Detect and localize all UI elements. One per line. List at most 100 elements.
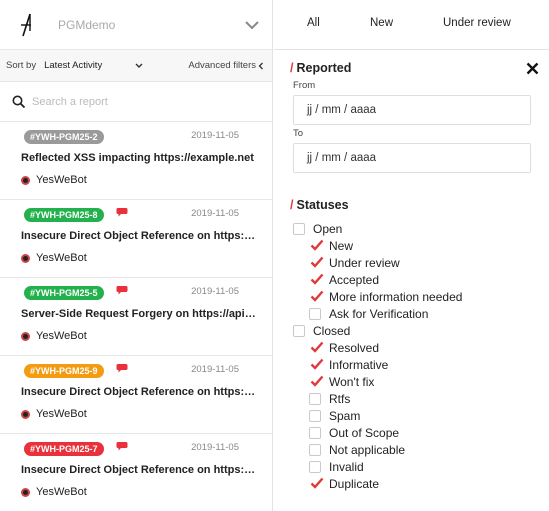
status-checkbox-row[interactable]: Not applicable	[309, 441, 405, 458]
status-checkbox-row[interactable]: Duplicate	[309, 475, 379, 492]
report-id-badge: #YWH-PGM25-5	[24, 286, 104, 300]
status-checkbox-row[interactable]: Rtfs	[309, 390, 350, 407]
chevron-down-icon[interactable]	[133, 60, 145, 72]
checkbox[interactable]	[309, 341, 324, 354]
checkbox[interactable]	[309, 239, 324, 252]
reporter-name: YesWeBot	[36, 486, 87, 498]
checkbox[interactable]	[309, 426, 321, 439]
status-checkbox-row[interactable]: Ask for Verification	[309, 305, 428, 322]
report-list-item[interactable]: #YWH-PGM25-5 2019-11-05 Server-Side Reques…	[0, 278, 272, 356]
report-title[interactable]: Insecure Direct Object Reference on http…	[21, 230, 256, 242]
sort-bar: Sort by Latest Activity Advanced filters	[0, 50, 272, 82]
report-date: 2019-11-05	[191, 442, 239, 453]
status-label: Out of Scope	[329, 425, 400, 440]
status-checkbox-row[interactable]: More information needed	[309, 288, 462, 305]
to-label: To	[293, 128, 304, 139]
statuses-title: Statuses	[296, 198, 349, 212]
checkbox[interactable]	[309, 256, 324, 269]
tab-under-review[interactable]: Under review	[443, 17, 511, 29]
status-label: Under review	[329, 255, 400, 270]
status-checkbox-row[interactable]: Under review	[309, 254, 400, 271]
status-label: Closed	[313, 323, 351, 338]
program-name: PGMdemo	[58, 17, 116, 32]
checkbox[interactable]	[309, 273, 324, 286]
report-title[interactable]: Insecure Direct Object Reference on http…	[21, 464, 256, 476]
checkbox[interactable]	[309, 443, 321, 456]
status-label: Informative	[329, 357, 389, 372]
checkbox[interactable]	[309, 477, 324, 490]
advanced-filters-toggle[interactable]: Advanced filters	[188, 60, 256, 71]
checkbox[interactable]	[309, 290, 324, 303]
checkbox[interactable]	[309, 307, 321, 320]
section-slash: /	[290, 198, 294, 212]
report-date: 2019-11-05	[191, 208, 239, 219]
status-checkbox-row[interactable]: Open	[293, 220, 342, 237]
report-list-item[interactable]: #YWH-PGM25-8 2019-11-05 Insecure Direct Ob…	[0, 200, 272, 278]
report-date: 2019-11-05	[191, 364, 239, 375]
checkbox[interactable]	[309, 392, 321, 405]
checkbox[interactable]	[309, 375, 324, 388]
status-label: Not applicable	[329, 442, 406, 457]
tab-all[interactable]: All	[307, 17, 320, 29]
comment-icon	[116, 360, 128, 373]
search-input[interactable]	[32, 95, 252, 108]
report-list-pane: PGMdemo Sort by Latest Activity Advanced…	[0, 0, 273, 511]
sort-label: Sort by	[6, 60, 37, 71]
status-label: Invalid	[329, 459, 364, 474]
status-checkbox-row[interactable]: Won't fix	[309, 373, 374, 390]
report-reporter: YesWeBot	[21, 252, 87, 264]
report-list-item[interactable]: #YWH-PGM25-2 2019-11-05 Reflected XSS impa…	[0, 122, 272, 200]
status-checkbox-row[interactable]: Out of Scope	[309, 424, 399, 441]
avatar	[21, 175, 30, 185]
statuses-section-title: / Statuses	[290, 198, 349, 212]
yeswehack-logo-icon	[20, 13, 34, 37]
status-tabs: All New Under review	[274, 0, 549, 50]
reported-title: Reported	[296, 61, 352, 75]
status-label: Rtfs	[329, 391, 351, 406]
comment-icon	[116, 438, 128, 451]
report-id-badge: #YWH-PGM25-9	[24, 364, 104, 378]
chevron-down-icon[interactable]	[244, 17, 260, 33]
checkbox[interactable]	[309, 409, 321, 422]
program-selector[interactable]: PGMdemo	[0, 0, 272, 50]
status-checkbox-row[interactable]: Resolved	[309, 339, 379, 356]
status-label: Duplicate	[329, 476, 380, 491]
status-checkbox-row[interactable]: Informative	[309, 356, 388, 373]
status-label: Won't fix	[329, 374, 375, 389]
report-id-badge: #YWH-PGM25-7	[24, 442, 104, 456]
checkbox[interactable]	[293, 324, 305, 337]
report-reporter: YesWeBot	[21, 408, 87, 420]
report-list-item[interactable]: #YWH-PGM25-9 2019-11-05 Insecure Direct Ob…	[0, 356, 272, 434]
from-label: From	[293, 80, 316, 91]
status-checkbox-row[interactable]: New	[309, 237, 353, 254]
status-checkbox-row[interactable]: Invalid	[309, 458, 364, 475]
comment-icon	[116, 204, 128, 217]
report-date: 2019-11-05	[191, 130, 239, 141]
status-checkbox-row[interactable]: Spam	[309, 407, 360, 424]
advanced-filters-panel: / Reported From jj / mm / aaaa To jj / mm…	[274, 50, 549, 511]
avatar	[21, 331, 30, 341]
status-checkbox-row[interactable]: Closed	[293, 322, 350, 339]
checkbox[interactable]	[309, 358, 324, 371]
checkbox[interactable]	[293, 222, 305, 235]
checkbox[interactable]	[309, 460, 321, 473]
close-icon[interactable]	[526, 62, 539, 75]
report-list-item[interactable]: #YWH-PGM25-7 2019-11-05 Insecure Direct Ob…	[0, 434, 272, 511]
status-label: Ask for Verification	[329, 306, 429, 321]
reporter-name: YesWeBot	[36, 330, 87, 342]
avatar	[21, 487, 30, 497]
status-checkbox-row[interactable]: Accepted	[309, 271, 379, 288]
search-bar	[0, 82, 272, 122]
report-title[interactable]: Server-Side Request Forgery on https://a…	[21, 308, 256, 320]
sort-select[interactable]: Latest Activity	[44, 60, 102, 71]
tab-new[interactable]: New	[370, 17, 393, 29]
report-title[interactable]: Insecure Direct Object Reference on http…	[21, 386, 256, 398]
status-label: Resolved	[329, 340, 380, 355]
chevron-left-icon[interactable]	[256, 60, 266, 72]
comment-icon	[116, 282, 128, 295]
to-date-input[interactable]: jj / mm / aaaa	[293, 143, 531, 173]
from-date-input[interactable]: jj / mm / aaaa	[293, 95, 531, 125]
report-title[interactable]: Reflected XSS impacting https://example.…	[21, 152, 256, 164]
status-label: More information needed	[329, 289, 463, 304]
section-slash: /	[290, 61, 294, 75]
